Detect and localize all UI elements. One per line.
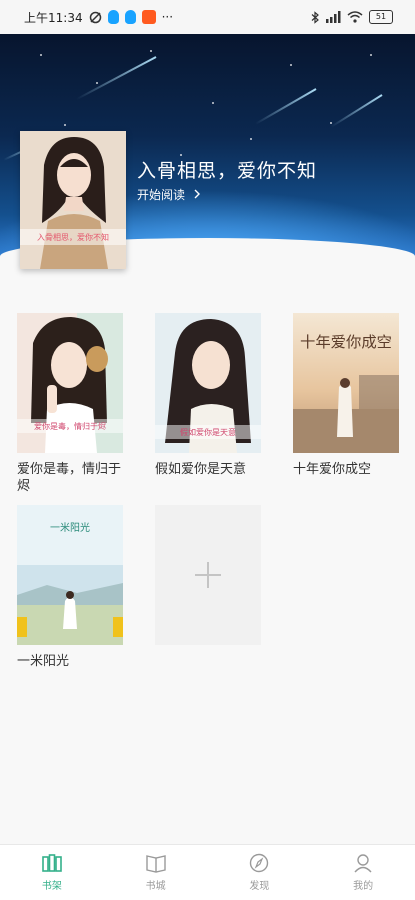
book-title: 爱你是毒，情归于烬	[17, 462, 122, 494]
cover-caption: 入骨相思，爱你不知	[37, 232, 109, 242]
bookshelf-screen: 上午11:34 ··· 51 入骨相思，爱你不知 入骨相思，爱你不知 开始阅读 …	[0, 0, 415, 900]
start-reading-button[interactable]: 开始阅读	[137, 186, 201, 203]
cover-caption: 一米阳光	[50, 521, 90, 534]
nav-label: 发现	[249, 881, 270, 892]
app-logo-icon	[89, 11, 101, 23]
nav-item-bookshelf[interactable]: 书架	[0, 845, 104, 900]
status-left: 上午11:34 ···	[24, 9, 173, 26]
notification-app-icon	[141, 10, 156, 24]
book-cover[interactable]: 一米阳光	[17, 505, 123, 645]
banner-book-title[interactable]: 入骨相思，爱你不知	[137, 156, 317, 183]
nav-label: 书城	[145, 881, 166, 892]
qq-icon	[124, 10, 136, 24]
status-right: 51	[311, 10, 393, 24]
nav-item-bookstore[interactable]: 书城	[104, 845, 208, 900]
book-cover[interactable]: 假如爱你是天意	[155, 313, 261, 453]
book-item[interactable]: 爱你是毒，情归于烬 爱你是毒，情归于烬	[17, 313, 123, 495]
cover-illustration: 一米阳光	[17, 505, 123, 645]
cover-illustration: 十年爱你成空	[293, 313, 399, 453]
nav-label: 书架	[41, 881, 62, 892]
status-time: 上午11:34	[24, 10, 83, 25]
nav-label: 我的	[353, 881, 374, 892]
more-notifications-icon: ···	[161, 10, 174, 24]
bluetooth-icon	[311, 10, 319, 24]
add-book-button[interactable]	[155, 505, 261, 645]
book-title: 一米阳光	[17, 654, 70, 669]
start-reading-label: 开始阅读	[137, 188, 186, 202]
banner-book-cover[interactable]: 入骨相思，爱你不知	[20, 131, 126, 269]
status-bar: 上午11:34 ··· 51	[0, 0, 415, 34]
cover-caption: 爱你是毒，情归于烬	[34, 421, 106, 431]
book-item[interactable]: 十年爱你成空 十年爱你成空	[293, 313, 399, 478]
cover-illustration: 假如爱你是天意	[155, 313, 261, 453]
book-cover[interactable]: 十年爱你成空	[293, 313, 399, 453]
book-title: 假如爱你是天意	[155, 462, 247, 477]
qq-icon	[107, 10, 119, 24]
cover-caption: 十年爱你成空	[300, 333, 392, 351]
bookshelf-icon	[42, 854, 62, 872]
signal-icon	[326, 11, 341, 23]
user-icon	[354, 854, 372, 873]
book-title: 十年爱你成空	[293, 462, 372, 477]
book-item[interactable]: 假如爱你是天意 假如爱你是天意	[155, 313, 261, 478]
book-cover[interactable]: 爱你是毒，情归于烬	[17, 313, 123, 453]
wifi-icon	[347, 11, 363, 23]
battery-icon: 51	[369, 10, 393, 24]
plus-icon	[195, 562, 221, 588]
bottom-nav: 书架 书城 发现 我的	[0, 844, 415, 900]
cover-caption: 假如爱你是天意	[180, 427, 236, 437]
nav-item-profile[interactable]: 我的	[311, 845, 415, 900]
book-item[interactable]: 一米阳光 一米阳光	[17, 505, 123, 670]
book-open-icon	[145, 855, 166, 873]
compass-icon	[250, 853, 269, 873]
cover-illustration: 入骨相思，爱你不知	[20, 131, 126, 269]
nav-item-discover[interactable]: 发现	[208, 845, 312, 900]
chevron-right-icon	[194, 189, 200, 199]
cover-illustration: 爱你是毒，情归于烬	[17, 313, 123, 453]
